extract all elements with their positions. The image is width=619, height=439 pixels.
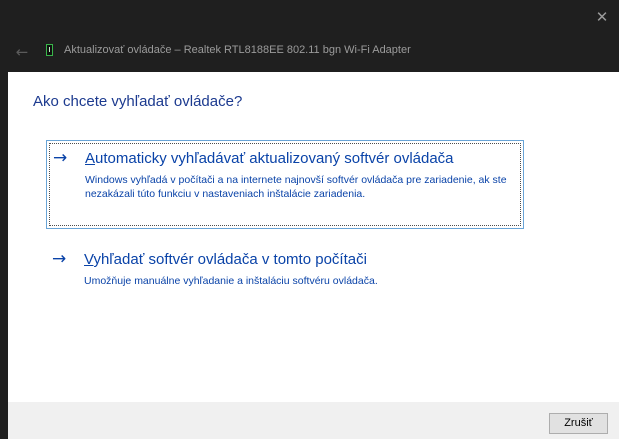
network-adapter-icon — [46, 44, 53, 56]
auto-search-description: Windows vyhľadá v počítači a na internet… — [85, 174, 507, 200]
arrow-right-icon: → — [53, 148, 68, 168]
auto-search-option[interactable]: → Automaticky vyhľadávať aktualizovaný s… — [46, 140, 524, 229]
browse-computer-option[interactable]: → Vyhľadať softvér ovládača v tomto počí… — [46, 242, 524, 292]
window-title: Aktualizovať ovládače – Realtek RTL8188E… — [64, 44, 411, 56]
auto-search-title-text: utomaticky vyhľadávať aktualizovaný soft… — [95, 150, 454, 167]
back-arrow-icon: ← — [15, 43, 29, 61]
page-heading: Ako chcete vyhľadať ovládače? — [33, 93, 243, 110]
arrow-right-icon: → — [52, 249, 67, 269]
title-bar: ✕ ← Aktualizovať ovládače – Realtek RTL8… — [0, 0, 619, 72]
wizard-content: Ako chcete vyhľadať ovládače? → Automati… — [8, 72, 619, 402]
auto-search-title: Automaticky vyhľadávať aktualizovaný sof… — [85, 150, 454, 167]
browse-computer-title-text: yhľadať softvér ovládača v tomto počítač… — [93, 251, 367, 268]
browse-computer-description: Umožňuje manuálne vyhľadanie a inštaláci… — [84, 275, 378, 287]
close-icon[interactable]: ✕ — [585, 0, 619, 34]
cancel-button[interactable]: Zrušiť — [549, 413, 608, 434]
dialog-footer: Zrušiť — [8, 402, 619, 439]
auto-search-accesskey: A — [85, 150, 96, 167]
browse-computer-title: Vyhľadať softvér ovládača v tomto počíta… — [84, 251, 367, 268]
